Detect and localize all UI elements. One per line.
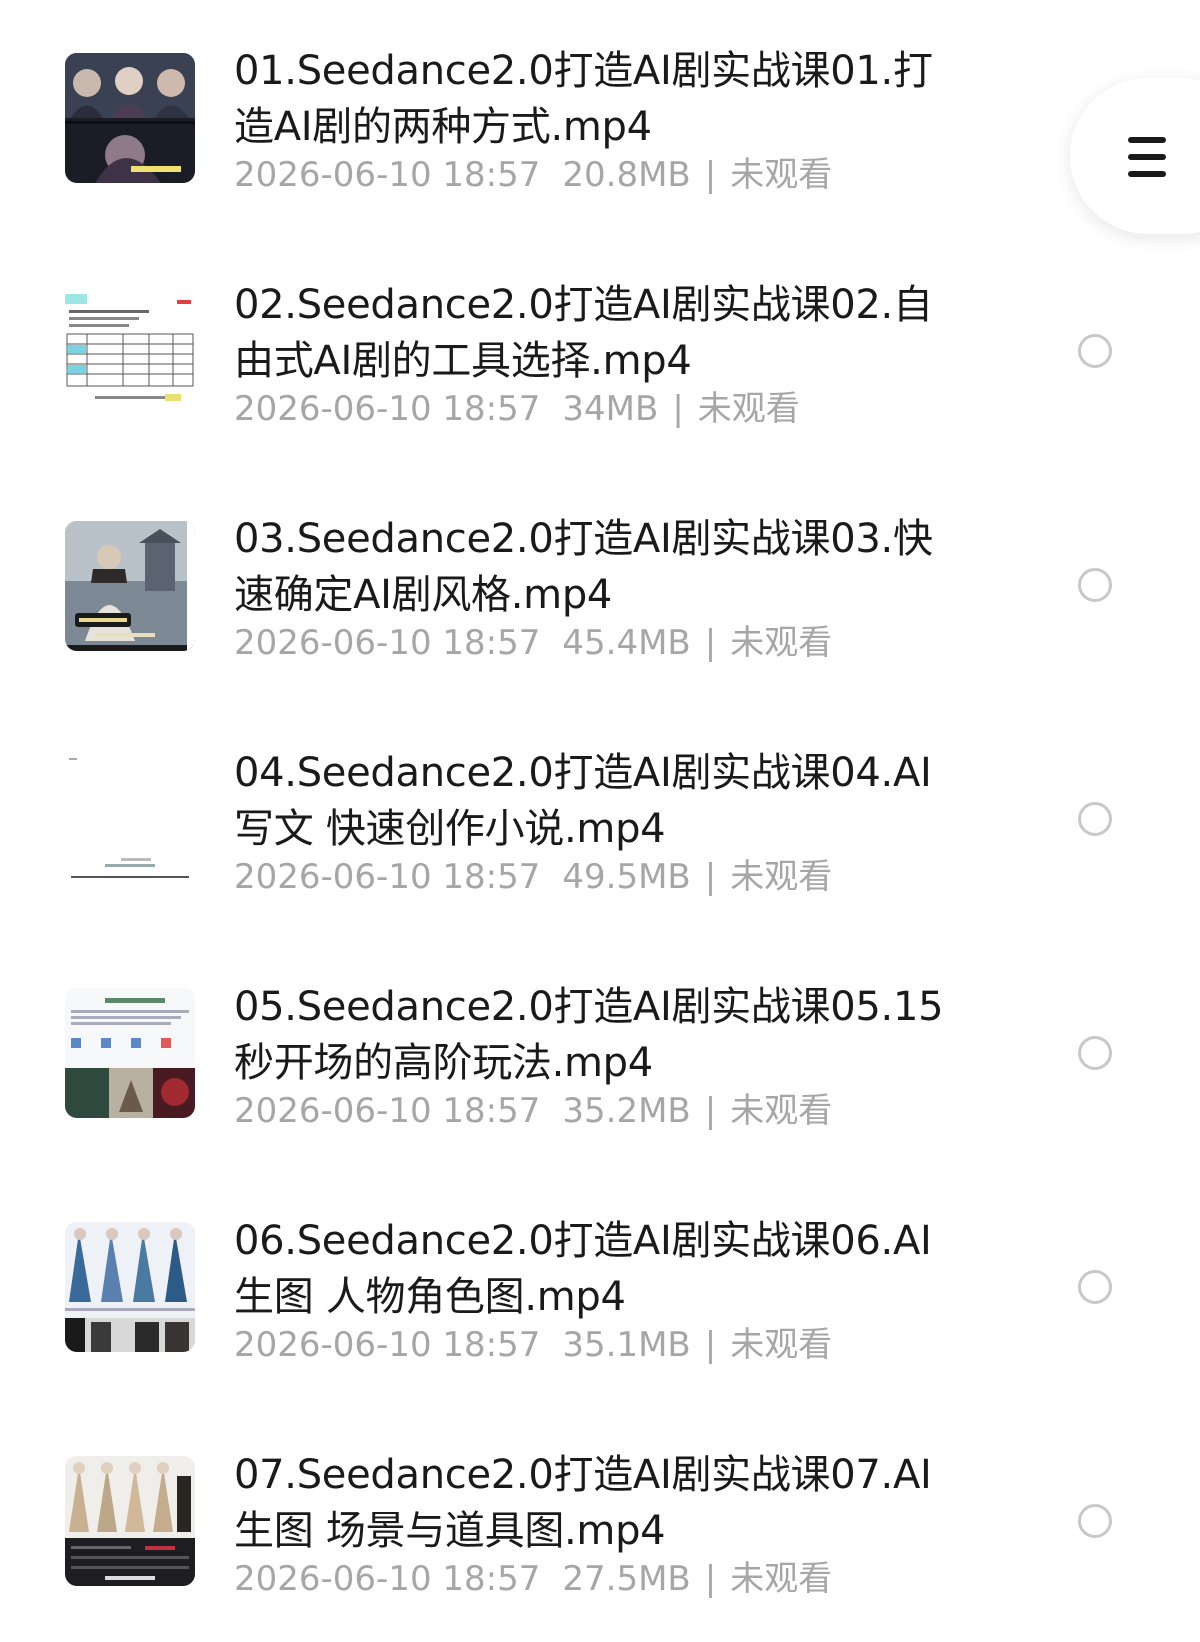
file-row[interactable]: 02.Seedance2.0打造AI剧实战课02.自由式AI剧的工具选择.mp4… <box>0 234 1200 468</box>
watch-status: 未观看 <box>730 155 833 195</box>
file-row[interactable]: 04.Seedance2.0打造AI剧实战课04.AI写文 快速创作小说.mp4… <box>0 702 1200 936</box>
scene-props-thumbnail-icon <box>65 1456 195 1586</box>
file-date: 2026-06-10 18:57 <box>234 389 541 429</box>
file-size: 35.2MB <box>562 1091 691 1131</box>
select-radio[interactable] <box>1078 1270 1112 1304</box>
file-size: 27.5MB <box>562 1559 691 1599</box>
blank-document-thumbnail-icon <box>65 754 195 884</box>
anime-characters-thumbnail-icon <box>65 53 195 183</box>
file-row[interactable]: 01.Seedance2.0打造AI剧实战课01.打造AI剧的两种方式.mp4 … <box>0 0 1200 234</box>
file-size: 35.1MB <box>562 1325 691 1365</box>
watch-status: 未观看 <box>730 857 833 897</box>
watch-status: 未观看 <box>730 1325 833 1365</box>
file-meta: 2026-06-10 18:57 49.5MB | 未观看 <box>234 854 994 900</box>
file-name[interactable]: 07.Seedance2.0打造AI剧实战课07.AI生图 场景与道具图.mp4 <box>234 1447 964 1559</box>
file-meta: 2026-06-10 18:57 35.2MB | 未观看 <box>234 1088 994 1134</box>
spreadsheet-thumbnail-icon <box>65 286 195 416</box>
video-thumbnail[interactable] <box>65 1456 195 1586</box>
watch-status: 未观看 <box>730 1559 833 1599</box>
file-meta: 2026-06-10 18:57 35.1MB | 未观看 <box>234 1322 994 1368</box>
watch-status: 未观看 <box>730 623 833 663</box>
meta-separator: | <box>704 623 717 663</box>
video-file-list: 01.Seedance2.0打造AI剧实战课01.打造AI剧的两种方式.mp4 … <box>0 0 1200 1642</box>
meta-separator: | <box>672 389 684 429</box>
file-meta: 2026-06-10 18:57 20.8MB | 未观看 <box>234 152 994 198</box>
file-date: 2026-06-10 18:57 <box>234 857 541 897</box>
file-meta: 2026-06-10 18:57 27.5MB | 未观看 <box>234 1556 994 1602</box>
meta-separator: | <box>704 1559 717 1599</box>
file-meta: 2026-06-10 18:57 45.4MB | 未观看 <box>234 620 994 666</box>
video-thumbnail[interactable] <box>65 53 195 183</box>
file-row[interactable]: 03.Seedance2.0打造AI剧实战课03.快速确定AI剧风格.mp4 2… <box>0 468 1200 702</box>
file-name[interactable]: 02.Seedance2.0打造AI剧实战课02.自由式AI剧的工具选择.mp4 <box>234 277 964 389</box>
file-name[interactable]: 01.Seedance2.0打造AI剧实战课01.打造AI剧的两种方式.mp4 <box>234 43 964 155</box>
file-date: 2026-06-10 18:57 <box>234 1559 541 1599</box>
select-radio[interactable] <box>1078 568 1112 602</box>
video-thumbnail[interactable] <box>65 286 195 416</box>
webpage-images-thumbnail-icon <box>65 988 195 1118</box>
watch-status: 未观看 <box>697 389 800 429</box>
file-size: 49.5MB <box>562 857 691 897</box>
meta-separator: | <box>704 1091 717 1131</box>
file-date: 2026-06-10 18:57 <box>234 1091 541 1131</box>
watch-status: 未观看 <box>730 1091 833 1131</box>
meta-separator: | <box>704 155 717 195</box>
select-radio[interactable] <box>1078 1036 1112 1070</box>
file-size: 20.8MB <box>562 155 691 195</box>
file-name[interactable]: 06.Seedance2.0打造AI剧实战课06.AI生图 人物角色图.mp4 <box>234 1213 964 1325</box>
file-name[interactable]: 04.Seedance2.0打造AI剧实战课04.AI写文 快速创作小说.mp4 <box>234 745 964 857</box>
file-date: 2026-06-10 18:57 <box>234 623 541 663</box>
file-date: 2026-06-10 18:57 <box>234 155 541 195</box>
select-radio[interactable] <box>1078 334 1112 368</box>
file-row[interactable]: 06.Seedance2.0打造AI剧实战课06.AI生图 人物角色图.mp4 … <box>0 1170 1200 1404</box>
file-name[interactable]: 05.Seedance2.0打造AI剧实战课05.15秒开场的高阶玩法.mp4 <box>234 979 964 1091</box>
character-gallery-thumbnail-icon <box>65 1222 195 1352</box>
video-thumbnail[interactable] <box>65 988 195 1118</box>
warrior-scene-thumbnail-icon <box>65 521 195 651</box>
select-radio[interactable] <box>1078 802 1112 836</box>
hamburger-menu-icon <box>1128 137 1166 177</box>
video-thumbnail[interactable] <box>65 521 195 651</box>
file-size: 45.4MB <box>562 623 691 663</box>
file-meta: 2026-06-10 18:57 34MB | 未观看 <box>234 386 994 432</box>
meta-separator: | <box>704 1325 717 1365</box>
video-thumbnail[interactable] <box>65 754 195 884</box>
file-date: 2026-06-10 18:57 <box>234 1325 541 1365</box>
meta-separator: | <box>704 857 717 897</box>
file-row[interactable]: 07.Seedance2.0打造AI剧实战课07.AI生图 场景与道具图.mp4… <box>0 1404 1200 1638</box>
file-row[interactable]: 05.Seedance2.0打造AI剧实战课05.15秒开场的高阶玩法.mp4 … <box>0 936 1200 1170</box>
file-name[interactable]: 03.Seedance2.0打造AI剧实战课03.快速确定AI剧风格.mp4 <box>234 511 964 623</box>
video-thumbnail[interactable] <box>65 1222 195 1352</box>
file-size: 34MB <box>562 389 659 429</box>
select-radio[interactable] <box>1078 1504 1112 1538</box>
